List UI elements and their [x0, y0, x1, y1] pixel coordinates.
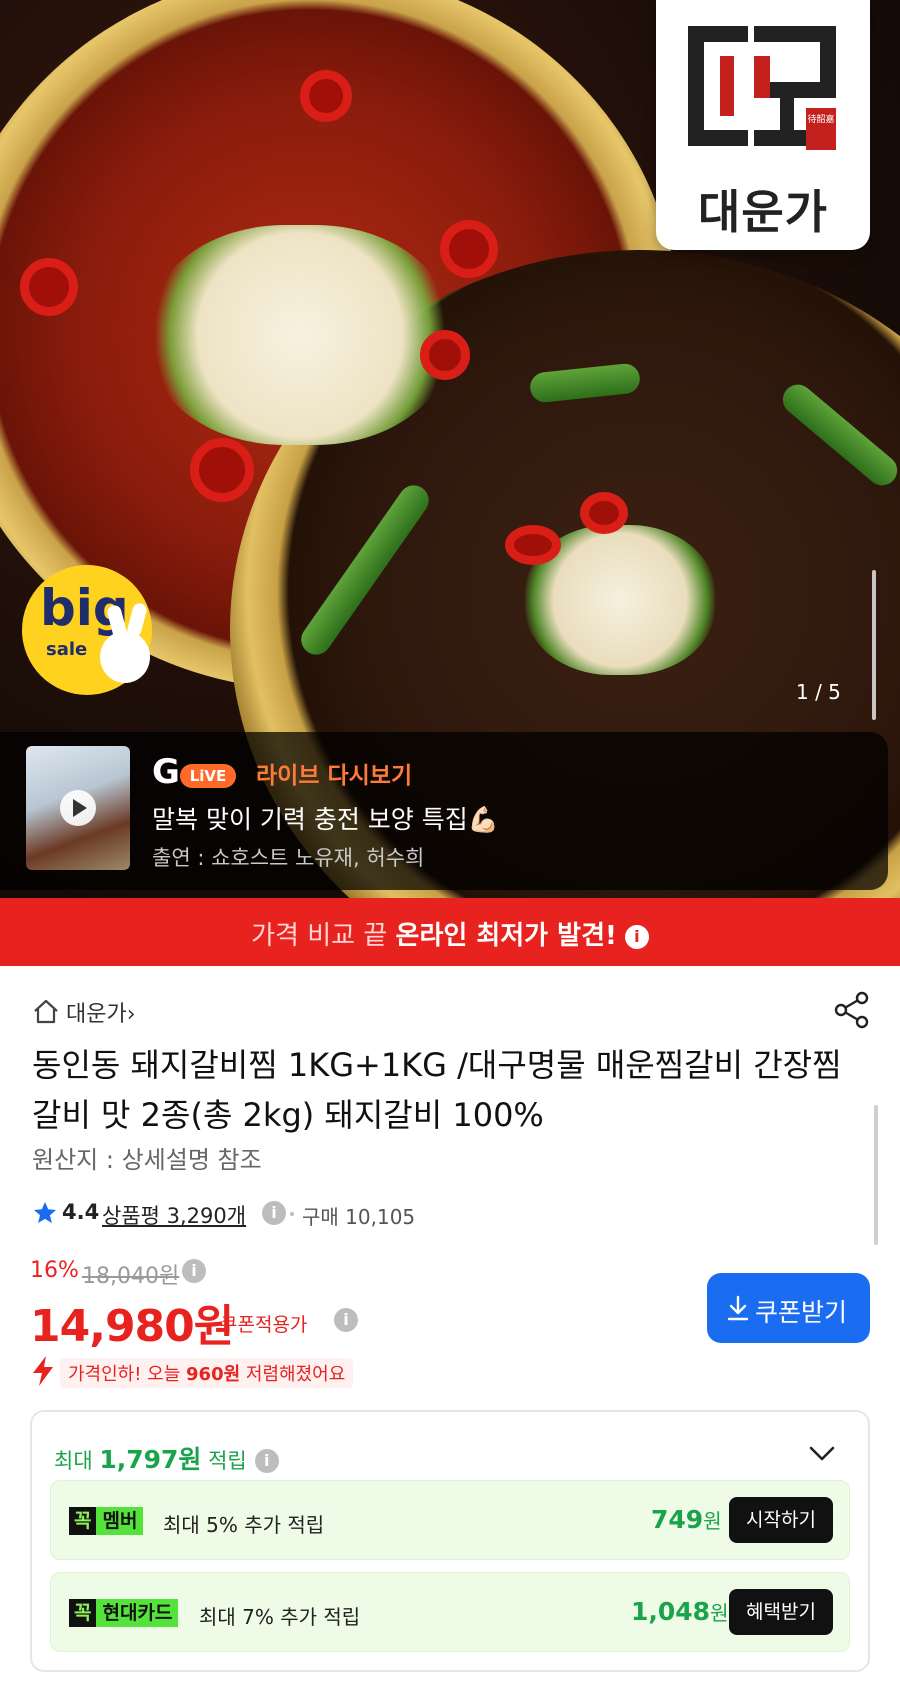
food-pepper [300, 70, 352, 122]
promo-highlight: 온라인 최저가 발견! [395, 921, 617, 951]
lightning-icon [33, 1356, 53, 1386]
star-icon [34, 1202, 56, 1223]
reward-amount: 1,048원 [631, 1597, 729, 1626]
scrollbar[interactable] [874, 1105, 878, 1245]
origin-text: 원산지 : 상세설명 참조 [32, 1146, 262, 1174]
live-title: 말복 맞이 기력 충전 보양 특집💪🏻 [152, 805, 499, 834]
reward-amount: 749원 [651, 1505, 722, 1534]
coupon-button-label: 쿠폰받기 [755, 1298, 848, 1327]
chevron-down-icon[interactable] [808, 1444, 836, 1464]
purchase-count: 구매 10,105 [302, 1205, 416, 1229]
rating-value: 4.4 [62, 1200, 100, 1224]
promo-prefix: 가격 비교 끝 [251, 921, 396, 951]
reward-item-hyundai-card: 꼭 현대카드 최대 7% 추가 적립 1,048원 혜택받기 [50, 1572, 850, 1652]
live-pill-badge: LiVE [180, 764, 236, 788]
promo-text: 가격 비교 끝 온라인 최저가 발견! i [251, 915, 649, 952]
info-icon[interactable]: i [624, 925, 649, 949]
home-icon [34, 999, 58, 1024]
live-thumbnail[interactable] [26, 746, 130, 870]
live-replay-label: 라이브 다시보기 [256, 763, 413, 789]
food-pepper [190, 438, 254, 502]
food-garnish [150, 225, 450, 445]
reward-item-member: 꼭 멤버 최대 5% 추가 적립 749원 시작하기 [50, 1480, 850, 1560]
svg-text:待韶嘉: 待韶嘉 [807, 113, 834, 125]
food-pepper [20, 258, 78, 316]
glive-g-letter: G [152, 752, 180, 792]
scrollbar[interactable] [872, 570, 876, 720]
lowest-price-banner[interactable]: 가격 비교 끝 온라인 최저가 발견! i [0, 898, 900, 966]
reward-desc: 최대 7% 추가 적립 [199, 1605, 361, 1629]
card-tag: 꼭 현대카드 [69, 1599, 179, 1627]
rewards-panel: 최대 1,797원 적립 i 꼭 멤버 최대 5% 추가 적립 749원 시작하기 … [30, 1410, 870, 1672]
food-pepper [420, 330, 470, 380]
download-icon [727, 1295, 749, 1321]
info-icon[interactable]: i [334, 1308, 358, 1332]
separator-dot [290, 1212, 294, 1216]
coupon-applied-label: 쿠폰적용가 [220, 1314, 308, 1336]
bunny-mascot-icon [100, 631, 150, 683]
sale-price: 14,980원 [30, 1301, 234, 1352]
price-drop-text: 가격인하! 오늘 960원 저렴해졌어요 [60, 1358, 354, 1388]
rewards-header[interactable]: 최대 1,797원 적립 i [54, 1440, 279, 1476]
store-name: 대운가› [66, 1002, 136, 1027]
info-icon[interactable]: i [254, 1449, 279, 1473]
badge-sale-text: sale [46, 639, 88, 660]
reward-desc: 최대 5% 추가 적립 [163, 1513, 325, 1537]
food-pepper [505, 525, 561, 565]
live-replay-card[interactable]: G LiVE 라이브 다시보기 말복 맞이 기력 충전 보양 특집💪🏻 출연 :… [0, 732, 888, 890]
original-price: 18,040원 [82, 1264, 180, 1289]
start-member-button[interactable]: 시작하기 [729, 1497, 833, 1543]
member-tag: 꼭 멤버 [69, 1507, 144, 1535]
brand-logo: 待韶嘉 대운가 [656, 0, 870, 250]
share-icon[interactable] [832, 990, 872, 1030]
info-icon[interactable]: i [262, 1201, 286, 1225]
get-coupon-button[interactable]: 쿠폰받기 [707, 1273, 870, 1343]
image-counter: 1 / 5 [796, 680, 841, 704]
big-sale-badge: big sale [22, 565, 152, 695]
brand-name: 대운가 [698, 185, 828, 239]
chevron-right-icon: › [126, 1002, 136, 1027]
food-pepper [580, 492, 628, 534]
brand-mark-icon: 待韶嘉 [688, 26, 836, 150]
discount-percent: 16% [30, 1258, 79, 1283]
product-title: 동인동 돼지갈비찜 1KG+1KG /대구명물 매운찜갈비 간장찜갈비 맛 2종… [32, 1046, 842, 1134]
play-icon[interactable] [60, 790, 96, 826]
max-reward-amount: 1,797원 [99, 1445, 202, 1474]
review-count-link[interactable]: 상품평 3,290개 [102, 1200, 246, 1230]
product-image-carousel[interactable]: 待韶嘉 대운가 big sale 1 / 5 G LiVE 라이브 다시보기 말… [0, 0, 900, 898]
food-pepper [440, 220, 498, 278]
live-cast: 출연 : 쇼호스트 노유재, 허수희 [152, 846, 425, 870]
get-benefit-button[interactable]: 혜택받기 [729, 1589, 833, 1635]
info-icon[interactable]: i [182, 1259, 206, 1283]
